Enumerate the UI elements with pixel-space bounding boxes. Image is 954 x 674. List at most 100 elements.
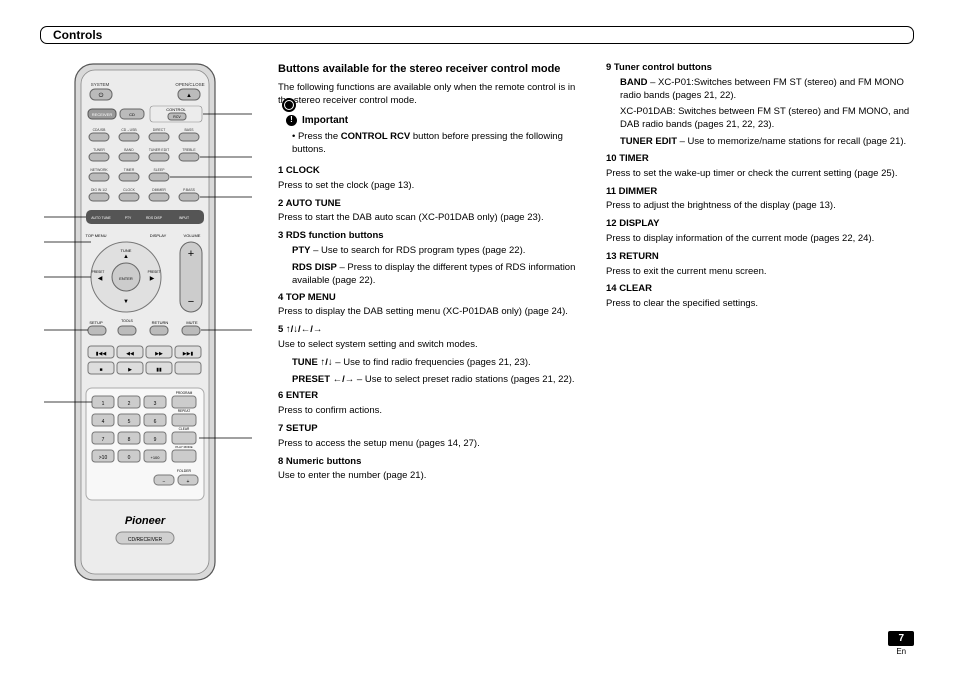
page-number-value: 7: [888, 631, 914, 647]
important-label: Important: [302, 114, 348, 128]
item-3-title: 3 RDS function buttons: [278, 230, 586, 243]
item-2-body: Press to start the DAB auto scan (XC-P01…: [278, 212, 586, 225]
svg-text:+: +: [187, 479, 190, 485]
svg-text:7: 7: [102, 437, 105, 443]
svg-text:PTY: PTY: [125, 216, 132, 220]
item-10-title: 10 TIMER: [606, 153, 914, 166]
svg-text:BASS: BASS: [184, 128, 194, 132]
item-1-body: Press to set the clock (page 13).: [278, 180, 586, 193]
remote-control-diagram: SYSTEM OPEN/CLOSE ⏻ ▲ RECEIVER CD CONTRO…: [40, 62, 260, 587]
svg-text:TIMER: TIMER: [124, 168, 135, 172]
item-6-title: 6 ENTER: [278, 390, 586, 403]
svg-text:2: 2: [128, 401, 131, 407]
svg-text:▶: ▶: [150, 276, 155, 282]
item-7-body: Press to access the setup menu (pages 14…: [278, 438, 586, 451]
item-8-body: Use to enter the number (page 21).: [278, 470, 586, 483]
svg-text:−: −: [163, 479, 166, 485]
text-column-1: Buttons available for the stereo receive…: [278, 62, 586, 587]
svg-text:◀: ◀: [98, 276, 103, 282]
svg-text:PROGRAM: PROGRAM: [176, 391, 193, 395]
item-14-title: 14 CLEAR: [606, 283, 914, 296]
svg-text:+100: +100: [150, 455, 160, 460]
svg-text:▶▶▮: ▶▶▮: [183, 351, 194, 357]
item-5-title: 5 ↑/↓/←/→: [278, 324, 586, 337]
section-title: Controls: [53, 27, 102, 43]
text-column-2: 9 Tuner control buttons BAND – XC-P01:Sw…: [606, 62, 914, 587]
svg-text:VOLUME: VOLUME: [184, 233, 201, 238]
svg-text:FOLDER: FOLDER: [177, 469, 192, 473]
item-11-body: Press to adjust the brightness of the di…: [606, 200, 914, 213]
svg-text:SLEEP: SLEEP: [154, 168, 166, 172]
svg-text:CLEAR: CLEAR: [179, 427, 190, 431]
svg-text:DIG IN 1/2: DIG IN 1/2: [91, 188, 107, 192]
svg-text:CD/USB: CD/USB: [93, 128, 107, 132]
item-13-title: 13 RETURN: [606, 251, 914, 264]
svg-text:SYSTEM: SYSTEM: [91, 82, 110, 87]
svg-text:ENTER: ENTER: [119, 276, 133, 281]
item-11-title: 11 DIMMER: [606, 186, 914, 199]
item-4-body: Press to display the DAB setting menu (X…: [278, 306, 586, 319]
svg-text:DIMMER: DIMMER: [152, 188, 166, 192]
svg-text:▲: ▲: [186, 93, 192, 99]
item-5-sub1: TUNE ↑/↓ – Use to find radio frequencies…: [292, 357, 586, 370]
page-lang: En: [888, 647, 914, 658]
svg-text:OPEN/CLOSE: OPEN/CLOSE: [175, 82, 204, 87]
svg-text:1: 1: [102, 401, 105, 407]
item-9-sub3: TUNER EDIT – Use to memorize/name statio…: [620, 136, 914, 149]
item-2-title: 2 AUTO TUNE: [278, 198, 586, 211]
svg-text:NETWORK: NETWORK: [90, 168, 108, 172]
svg-text:▶▶: ▶▶: [155, 351, 163, 357]
svg-text:DIRECT: DIRECT: [153, 128, 166, 132]
svg-text:PRESET: PRESET: [148, 270, 161, 274]
item-3-sub1: PTY – Use to search for RDS program type…: [292, 245, 586, 258]
svg-text:MUTE: MUTE: [186, 320, 198, 325]
important-bullet: Press the CONTROL RCV button before pres…: [292, 131, 586, 157]
svg-text:▮◀◀: ▮◀◀: [96, 351, 107, 357]
item-10-body: Press to set the wake-up timer or check …: [606, 168, 914, 181]
svg-text:BAND: BAND: [124, 148, 134, 152]
item-5-sub2: PRESET ←/→ – Use to select preset radio …: [292, 374, 586, 387]
svg-text:TREBLE: TREBLE: [182, 148, 196, 152]
subsection-heading: Buttons available for the stereo receive…: [278, 62, 586, 76]
important-row: ! Important: [286, 114, 586, 128]
svg-text:CONTROL: CONTROL: [166, 107, 186, 112]
item-3-sub2: RDS DISP – Press to display the differen…: [292, 262, 586, 288]
svg-text:4: 4: [102, 419, 105, 425]
svg-text:■: ■: [99, 367, 102, 373]
item-7-title: 7 SETUP: [278, 423, 586, 436]
svg-text:CD/RECEIVER: CD/RECEIVER: [128, 537, 163, 543]
svg-text:▮▮: ▮▮: [156, 367, 162, 373]
svg-text:INPUT: INPUT: [179, 216, 189, 220]
item-9-sub2: XC-P01DAB: Switches between FM ST (stere…: [620, 106, 914, 132]
section-header: Controls: [40, 26, 914, 44]
svg-text:RCV: RCV: [173, 115, 181, 119]
svg-text:DISPLAY: DISPLAY: [150, 233, 167, 238]
intro-paragraph: The following functions are available on…: [278, 82, 586, 108]
item-9-sub1: BAND – XC-P01:Switches between FM ST (st…: [620, 77, 914, 103]
page-number: 7 En: [888, 631, 914, 658]
svg-text:P.BASS: P.BASS: [183, 188, 196, 192]
svg-text:CLOCK: CLOCK: [123, 188, 135, 192]
svg-text:TUNER EDIT: TUNER EDIT: [149, 148, 169, 152]
svg-text:PRESET: PRESET: [92, 270, 105, 274]
svg-text:RECEIVER: RECEIVER: [92, 112, 113, 117]
item-8-title: 8 Numeric buttons: [278, 456, 586, 469]
item-1-title: 1 CLOCK: [278, 165, 586, 178]
svg-text:CD: CD: [129, 112, 135, 117]
svg-text:◀◀: ◀◀: [126, 351, 134, 357]
item-12-title: 12 DISPLAY: [606, 218, 914, 231]
svg-text:8: 8: [128, 437, 131, 443]
svg-text:5: 5: [128, 419, 131, 425]
important-bullet-list: Press the CONTROL RCV button before pres…: [292, 131, 586, 157]
svg-text:REPEAT: REPEAT: [178, 409, 191, 413]
svg-text:CD→USB: CD→USB: [121, 128, 137, 132]
svg-text:TUNE: TUNE: [121, 248, 132, 253]
svg-text:PLAY MODE: PLAY MODE: [175, 445, 192, 449]
item-5-body: Use to select system setting and switch …: [278, 339, 586, 352]
svg-text:Pioneer: Pioneer: [125, 515, 166, 527]
svg-text:>10: >10: [99, 455, 108, 461]
item-4-title: 4 TOP MENU: [278, 292, 586, 305]
svg-text:RDS DISP: RDS DISP: [146, 216, 163, 220]
item-9-title: 9 Tuner control buttons: [606, 62, 914, 75]
svg-text:▼: ▼: [123, 299, 129, 305]
